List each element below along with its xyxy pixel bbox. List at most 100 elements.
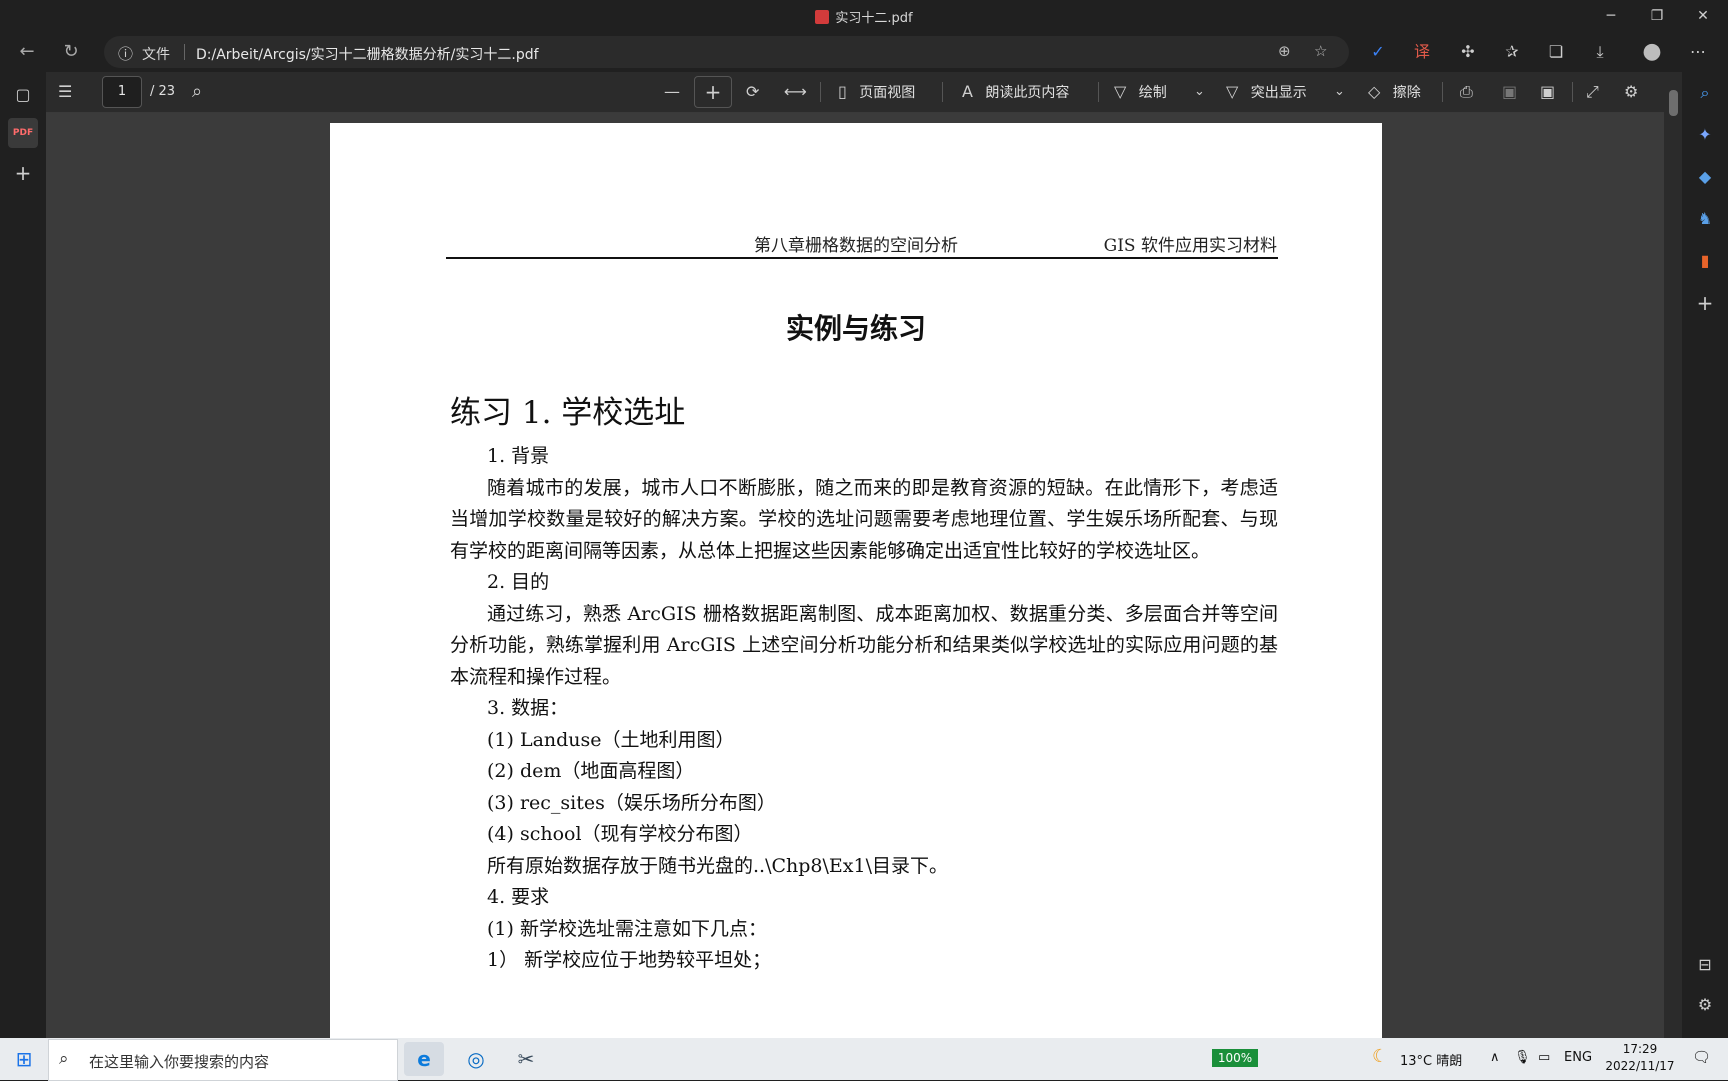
translate-extension-icon[interactable]: 译 [1410, 40, 1434, 64]
list-item: (1) 新学校选址需注意如下几点： [450, 914, 1278, 946]
address-separator [184, 44, 185, 60]
read-aloud-button[interactable]: A 朗读此页内容 [962, 78, 1069, 106]
edge-app-icon[interactable]: e [404, 1042, 444, 1076]
address-bar[interactable]: ⓘ 文件 D:/Arbeit/Arcgis/实习十二栅格数据分析/实习十二.pd… [104, 36, 1349, 68]
close-button[interactable]: ✕ [1680, 0, 1726, 32]
zoom-icon[interactable]: ⊕ [1278, 42, 1291, 60]
collections-icon[interactable]: ❏ [1544, 40, 1568, 64]
erase-label: 擦除 [1393, 85, 1421, 101]
edge-sidebar: ⌕ ✦ ◆ ♞ ▮ + ⊟ ⚙ [1682, 72, 1728, 1038]
page-number-input[interactable]: 1 [102, 76, 142, 108]
minimize-button[interactable]: ─ [1588, 0, 1634, 32]
search-icon[interactable]: ⌕ [192, 78, 202, 106]
window-title-text: 实习十二.pdf [835, 11, 912, 26]
list-item: (1) Landuse（土地利用图） [450, 725, 1278, 757]
address-url[interactable]: D:/Arbeit/Arcgis/实习十二栅格数据分析/实习十二.pdf [196, 44, 539, 64]
rotate-icon[interactable]: ⟳ [746, 78, 759, 106]
browser-address-row: ← ↻ ⓘ 文件 D:/Arbeit/Arcgis/实习十二栅格数据分析/实习十… [0, 32, 1728, 72]
zoom-in-button[interactable]: + [694, 76, 732, 108]
toolbar-divider [820, 82, 821, 102]
toolbar-divider [942, 82, 943, 102]
clock-date: 2022/11/17 [1600, 1058, 1680, 1075]
profile-avatar-icon[interactable]: ● [1640, 40, 1664, 64]
page-view-button[interactable]: ▯ 页面视图 [838, 78, 915, 106]
tray-chevron-up-icon[interactable]: ∧ [1490, 1050, 1500, 1065]
refresh-button[interactable]: ↻ [56, 38, 86, 66]
toolbar-divider [1098, 82, 1099, 102]
page-view-label: 页面视图 [859, 85, 915, 101]
pdf-tab-icon[interactable]: PDF [8, 118, 38, 148]
start-button[interactable]: ⊞ [0, 1038, 48, 1080]
maps-app-icon[interactable]: ◎ [456, 1042, 496, 1076]
office-icon[interactable]: ▮ [1690, 246, 1720, 276]
snip-app-icon[interactable]: ✂ [506, 1042, 546, 1076]
read-aloud-icon: A [962, 82, 973, 101]
list-item: 4. 要求 [450, 882, 1278, 914]
microphone-icon[interactable]: 🎙 [1514, 1050, 1531, 1065]
system-clock[interactable]: 17:29 2022/11/17 [1600, 1041, 1680, 1075]
toolbar-divider [1442, 82, 1443, 102]
copilot-icon[interactable]: ✦ [1690, 120, 1720, 150]
print-icon[interactable]: ⎙ [1460, 78, 1473, 106]
weather-text[interactable]: 13°C 晴朗 [1400, 1050, 1462, 1069]
weather-moon-icon[interactable]: ☾ [1372, 1046, 1388, 1067]
extension-icon[interactable]: ✓ [1366, 40, 1390, 64]
taskbar-search-icon: ⌕ [59, 1049, 69, 1069]
favorites-icon[interactable]: ✰ [1500, 40, 1524, 64]
settings-icon[interactable]: ⚙ [1624, 78, 1638, 106]
downloads-icon[interactable]: ⤓ [1588, 40, 1612, 64]
header-rule [446, 257, 1278, 259]
fit-width-icon[interactable]: ⟷ [784, 78, 807, 106]
add-sidebar-app-icon[interactable]: + [1690, 288, 1720, 318]
draw-button[interactable]: ▽ 绘制 [1114, 78, 1167, 106]
new-tab-icon[interactable]: + [8, 158, 38, 188]
contents-icon[interactable]: ☰ [58, 78, 72, 106]
language-indicator[interactable]: ENG [1564, 1050, 1592, 1065]
vertical-scrollbar[interactable] [1664, 72, 1682, 1038]
extensions-icon[interactable]: ✣ [1456, 40, 1480, 64]
scrollbar-thumb[interactable] [1669, 90, 1678, 116]
list-item: (2) dem（地面高程图） [450, 756, 1278, 788]
windows-taskbar: ⊞ ⌕ 在这里输入你要搜索的内容 e ◎ ✂ 100% ☾ 13°C 晴朗 ∧ … [0, 1038, 1728, 1080]
window-title: 实习十二.pdf [0, 7, 1728, 26]
taskbar-search[interactable]: ⌕ 在这里输入你要搜索的内容 [48, 1039, 398, 1081]
pdf-file-icon [815, 10, 829, 24]
list-item: 3. 数据： [450, 693, 1278, 725]
network-icon[interactable]: ▭ [1538, 1050, 1550, 1065]
zoom-out-button[interactable]: — [664, 78, 680, 106]
favorite-icon[interactable]: ☆ [1314, 42, 1327, 60]
back-button[interactable]: ← [12, 38, 42, 66]
highlight-options-chevron-down-icon[interactable]: ⌄ [1334, 78, 1345, 106]
body-paragraph: 随着城市的发展，城市人口不断膨胀，随之而来的即是教育资源的短缺。在此情形下，考虑… [450, 473, 1278, 568]
list-item: 所有原始数据存放于随书光盘的..\Chp8\Ex1\目录下。 [450, 851, 1278, 883]
list-item: (3) rec_sites（娱乐场所分布图） [450, 788, 1278, 820]
save-as-icon[interactable]: ▣ [1540, 78, 1555, 106]
games-icon[interactable]: ♞ [1690, 204, 1720, 234]
split-screen-icon[interactable]: ⊟ [1690, 950, 1720, 980]
fullscreen-icon[interactable]: ⤢ [1586, 78, 1599, 106]
document-body: 1. 背景随着城市的发展，城市人口不断膨胀，随之而来的即是教育资源的短缺。在此情… [450, 441, 1278, 977]
shopping-tag-icon[interactable]: ◆ [1690, 162, 1720, 192]
highlight-button[interactable]: ▽ 突出显示 [1226, 78, 1307, 106]
maximize-button[interactable]: ❐ [1634, 0, 1680, 32]
highlight-label: 突出显示 [1251, 85, 1307, 101]
running-header-course: GIS 软件应用实习材料 [1104, 231, 1277, 256]
battery-level-badge[interactable]: 100% [1212, 1049, 1258, 1067]
list-item: 1） 新学校应位于地势较平坦处； [450, 945, 1278, 977]
list-item: 2. 目的 [450, 567, 1278, 599]
draw-options-chevron-down-icon[interactable]: ⌄ [1194, 78, 1205, 106]
save-icon[interactable]: ▣ [1502, 78, 1517, 106]
pdf-page: 第八章栅格数据的空间分析 GIS 软件应用实习材料 实例与练习 练习 1. 学校… [330, 123, 1382, 1038]
notification-icon[interactable]: 🗨 [1692, 1048, 1711, 1066]
pdf-toolbar: ☰ 1 / 23 ⌕ — + ⟳ ⟷ ▯ 页面视图 A 朗读此页内容 ▽ 绘制 … [46, 72, 1664, 113]
tab-actions-icon[interactable]: ▢ [8, 80, 38, 110]
list-item: (4) school（现有学校分布图） [450, 819, 1278, 851]
sidebar-settings-icon[interactable]: ⚙ [1690, 990, 1720, 1020]
info-icon[interactable]: ⓘ [118, 43, 133, 64]
more-icon[interactable]: ⋯ [1686, 40, 1710, 64]
toolbar-divider [1572, 82, 1573, 102]
pdf-viewer[interactable]: 第八章栅格数据的空间分析 GIS 软件应用实习材料 实例与练习 练习 1. 学校… [46, 113, 1664, 1038]
list-item: 1. 背景 [450, 441, 1278, 473]
erase-button[interactable]: ◇ 擦除 [1368, 78, 1421, 106]
sidebar-search-icon[interactable]: ⌕ [1690, 78, 1720, 108]
